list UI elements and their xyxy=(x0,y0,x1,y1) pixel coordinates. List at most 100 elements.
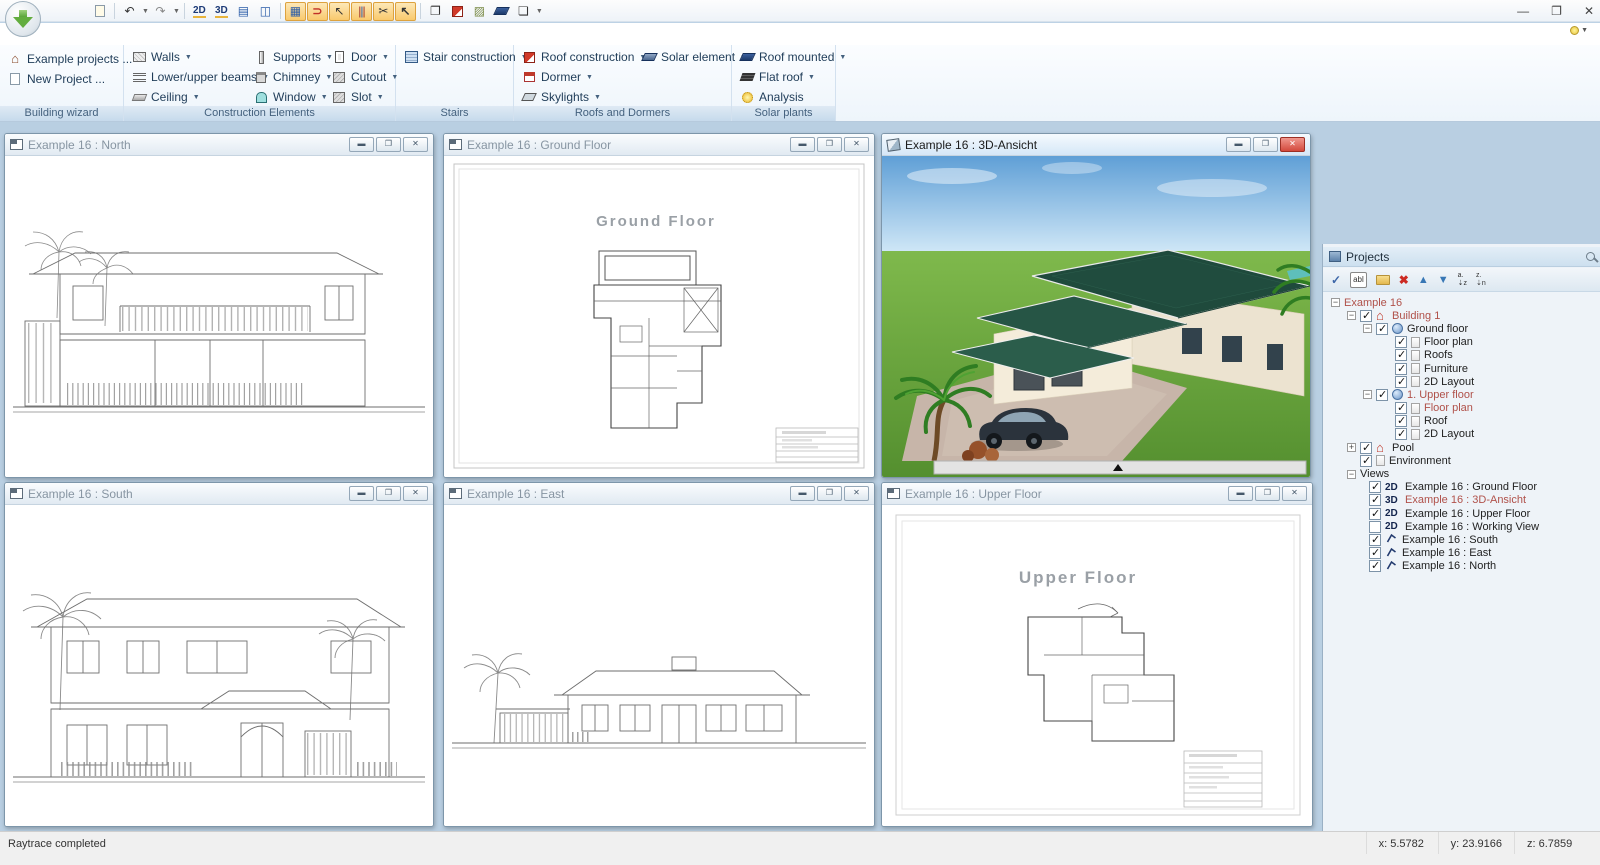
skylights-button[interactable]: Skylights▼ xyxy=(522,90,601,104)
checkbox[interactable] xyxy=(1395,415,1407,427)
checkbox[interactable] xyxy=(1360,455,1372,467)
checkbox[interactable] xyxy=(1395,402,1407,414)
move-down-icon[interactable]: ▼ xyxy=(1438,273,1449,287)
tree-item[interactable]: 2D Layout xyxy=(1327,428,1600,441)
new-project-button[interactable]: New Project ... xyxy=(8,72,105,86)
tree-item[interactable]: − Ground floor xyxy=(1327,322,1600,335)
roof-tool-icon[interactable] xyxy=(447,2,468,21)
tree-item[interactable]: Floor plan xyxy=(1327,402,1600,415)
checkbox[interactable] xyxy=(1369,521,1381,533)
tree-item[interactable]: Environment xyxy=(1327,454,1600,467)
chimney-button[interactable]: Chimney▼ xyxy=(254,70,332,84)
roof-mounted-button[interactable]: Roof mounted▼ xyxy=(740,50,846,64)
measure-cut-icon[interactable]: ✂ xyxy=(373,2,394,21)
sort-a-z-icon[interactable]: a.⇣z xyxy=(1458,272,1467,288)
tree-item[interactable]: Roofs xyxy=(1327,349,1600,362)
window-button[interactable]: Window▼ xyxy=(254,90,328,104)
checkbox[interactable] xyxy=(1369,547,1381,559)
ceiling-button[interactable]: Ceiling▼ xyxy=(132,90,200,104)
window-south-titlebar[interactable]: Example 16 : South ▬❐✕ xyxy=(5,483,433,505)
redo-dropdown-icon[interactable]: ▼ xyxy=(173,8,180,15)
example-projects-button[interactable]: ⌂ Example projects ... xyxy=(8,52,132,66)
restore-button[interactable]: ❐ xyxy=(1551,4,1562,18)
collapse-icon[interactable]: − xyxy=(1363,324,1372,333)
magnet-icon[interactable]: ⊃ xyxy=(307,2,328,21)
tree-item[interactable]: Example 16 : North xyxy=(1327,560,1600,573)
delete-icon[interactable]: ✖ xyxy=(1399,273,1409,287)
minimize-button[interactable]: ▬ xyxy=(1228,486,1253,501)
collapse-icon[interactable]: − xyxy=(1331,298,1340,307)
app-menu-button[interactable] xyxy=(5,1,41,37)
north-elevation-canvas[interactable] xyxy=(5,156,433,477)
view-2d-icon[interactable]: 2D xyxy=(189,2,210,21)
south-elevation-canvas[interactable] xyxy=(5,505,433,826)
minimize-button[interactable]: ▬ xyxy=(349,486,374,501)
maximize-button[interactable]: ❐ xyxy=(1255,486,1280,501)
checkbox[interactable] xyxy=(1395,336,1407,348)
window-upper-floor-titlebar[interactable]: Example 16 : Upper Floor ▬❐✕ xyxy=(882,483,1312,505)
minimize-button[interactable]: ▬ xyxy=(349,137,374,152)
split-horizontal-icon[interactable]: ▤ xyxy=(233,2,254,21)
confirm-icon[interactable]: ✓ xyxy=(1331,273,1341,287)
solar-panel-tool-icon[interactable] xyxy=(491,2,512,21)
tree-item[interactable]: − Example 16 xyxy=(1327,296,1600,309)
pin-icon[interactable] xyxy=(1586,252,1595,261)
tree-item[interactable]: + ⌂ Pool xyxy=(1327,441,1600,454)
close-button[interactable]: ✕ xyxy=(1280,137,1305,152)
window-ground-floor-titlebar[interactable]: Example 16 : Ground Floor ▬❐✕ xyxy=(444,134,874,156)
minimize-button[interactable]: ▬ xyxy=(790,137,815,152)
maximize-button[interactable]: ❐ xyxy=(817,486,842,501)
close-button[interactable]: ✕ xyxy=(844,486,869,501)
checkbox[interactable] xyxy=(1369,534,1381,546)
select-elements-icon[interactable]: ↖ xyxy=(329,2,350,21)
tree-item[interactable]: − 1. Upper floor xyxy=(1327,388,1600,401)
maximize-button[interactable]: ❐ xyxy=(1253,137,1278,152)
checkbox[interactable] xyxy=(1369,508,1381,520)
close-button[interactable]: ✕ xyxy=(403,137,428,152)
tree-item[interactable]: 2D Example 16 : Working View xyxy=(1327,520,1600,533)
window-east-titlebar[interactable]: Example 16 : East ▬❐✕ xyxy=(444,483,874,505)
checkbox[interactable] xyxy=(1369,481,1381,493)
undo-icon[interactable]: ↶ xyxy=(119,2,140,21)
rename-icon[interactable]: abl xyxy=(1350,272,1367,288)
close-button[interactable]: ✕ xyxy=(403,486,428,501)
checkbox[interactable] xyxy=(1376,389,1388,401)
ground-floor-plan-canvas[interactable]: Ground Floor xyxy=(444,156,874,477)
collapse-icon[interactable]: − xyxy=(1347,311,1356,320)
checkbox[interactable] xyxy=(1395,363,1407,375)
minimize-button[interactable]: — xyxy=(1517,4,1529,18)
supports-button[interactable]: Supports▼ xyxy=(254,50,333,64)
checkbox[interactable] xyxy=(1360,442,1372,454)
copy-icon[interactable]: ❏ xyxy=(513,2,534,21)
split-vertical-icon[interactable]: ◫ xyxy=(255,2,276,21)
undo-dropdown-icon[interactable]: ▼ xyxy=(142,8,149,15)
edit-folder-icon[interactable] xyxy=(1376,275,1390,285)
tree-item[interactable]: 2D Layout xyxy=(1327,375,1600,388)
cutout-button[interactable]: Cutout▼ xyxy=(332,70,398,84)
tree-item[interactable]: 3D Example 16 : 3D-Ansicht xyxy=(1327,494,1600,507)
close-button[interactable]: ✕ xyxy=(1282,486,1307,501)
tips-icon[interactable]: ▼ xyxy=(1570,26,1588,35)
tree-item[interactable]: − ⌂ Building 1 xyxy=(1327,309,1600,322)
roof-dotted-tool-icon[interactable]: ▨ xyxy=(469,2,490,21)
window-north-titlebar[interactable]: Example 16 : North ▬❐✕ xyxy=(5,134,433,156)
checkbox[interactable] xyxy=(1395,349,1407,361)
stair-construction-button[interactable]: Stair construction▼ xyxy=(404,50,528,64)
close-button[interactable]: ✕ xyxy=(844,137,869,152)
copy-dropdown-icon[interactable]: ▼ xyxy=(536,8,543,15)
tree-item[interactable]: − Views xyxy=(1327,467,1600,480)
checkbox[interactable] xyxy=(1395,376,1407,388)
dormer-button[interactable]: Dormer▼ xyxy=(522,70,593,84)
view-3d-icon[interactable]: 3D xyxy=(211,2,232,21)
walls-button[interactable]: Walls▼ xyxy=(132,50,192,64)
tree-item[interactable]: Example 16 : East xyxy=(1327,547,1600,560)
slot-button[interactable]: Slot▼ xyxy=(332,90,384,104)
upper-floor-plan-canvas[interactable]: Upper Floor xyxy=(882,505,1312,826)
tree-item[interactable]: Furniture xyxy=(1327,362,1600,375)
checkbox[interactable] xyxy=(1376,323,1388,335)
tree-item[interactable]: Example 16 : South xyxy=(1327,533,1600,546)
minimize-button[interactable]: ▬ xyxy=(790,486,815,501)
maximize-button[interactable]: ❐ xyxy=(376,486,401,501)
cursor-icon[interactable]: ↖ xyxy=(395,2,416,21)
roof-construction-button[interactable]: Roof construction▼ xyxy=(522,50,646,64)
